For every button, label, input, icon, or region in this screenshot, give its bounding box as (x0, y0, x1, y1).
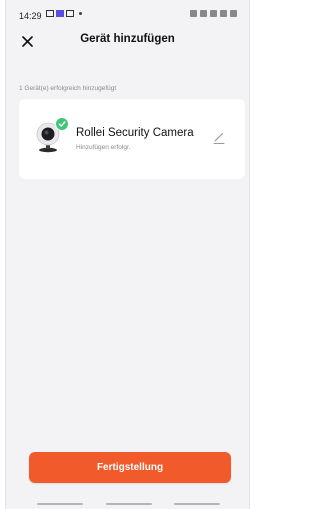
system-nav-bar (6, 501, 249, 509)
calendar-icon (56, 10, 64, 17)
page-title: Gerät hinzufügen (80, 33, 175, 45)
device-name: Rollei Security Camera (76, 127, 194, 139)
device-status: Hinzufügen erfolgr. (76, 144, 131, 151)
status-left-icons (46, 10, 82, 17)
nav-back-button[interactable] (174, 503, 220, 505)
device-card[interactable]: Rollei Security Camera Hinzufügen erfolg… (19, 99, 245, 179)
header: Gerät hinzufügen (6, 30, 249, 54)
media-icon (66, 10, 74, 17)
battery-icon (230, 10, 237, 17)
image-icon (46, 10, 54, 17)
notification-dot-icon (79, 12, 82, 15)
status-bar: 14:29 (6, 0, 249, 30)
nav-home-button[interactable] (106, 503, 152, 505)
success-badge (55, 117, 69, 131)
edit-button[interactable] (212, 131, 226, 145)
nav-recents-button[interactable] (37, 503, 83, 505)
edit-icon (213, 132, 225, 144)
mute-icon (190, 10, 197, 17)
sim-icon (210, 10, 217, 17)
check-icon (58, 121, 66, 127)
signal-icon (220, 10, 227, 17)
wifi-icon (200, 10, 207, 17)
status-time: 14:29 (19, 11, 42, 21)
app-frame: 14:29 Gerät hinzufügen 1 Gerät(e) erfolg… (5, 0, 250, 509)
finish-button[interactable]: Fertigstellung (29, 452, 231, 483)
status-right-icons (190, 10, 237, 17)
added-count-text: 1 Gerät(e) erfolgreich hinzugefügt (19, 85, 117, 92)
